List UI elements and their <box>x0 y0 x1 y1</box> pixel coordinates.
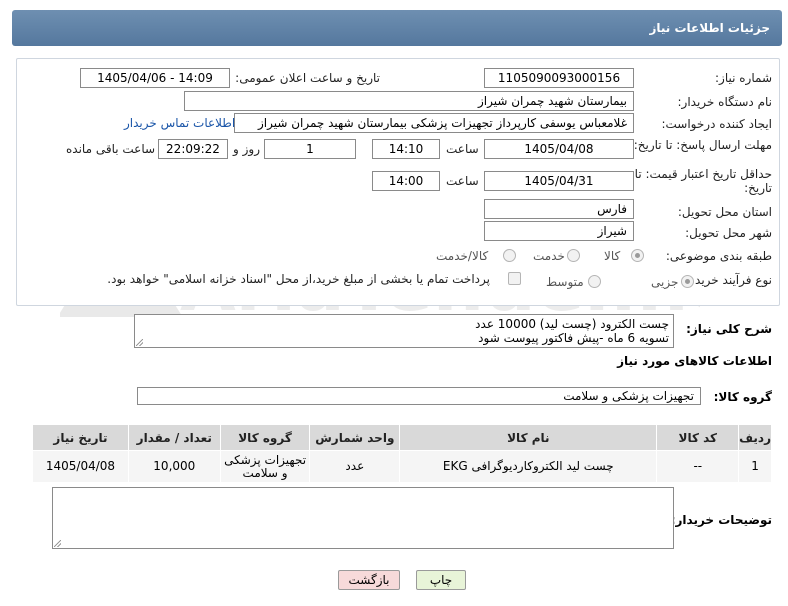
cell-group: تجهیزات پزشکی و سلامت <box>219 450 311 483</box>
page-title: جزئیات اطلاعات نیاز <box>649 21 770 35</box>
col-date: تاریخ نیاز <box>32 424 129 451</box>
process-minor-label: جزیی <box>651 275 679 289</box>
cell-unit: عدد <box>309 450 401 483</box>
col-row: ردیف <box>738 424 772 451</box>
city-field[interactable]: شیراز <box>484 221 634 241</box>
category-service-label: خدمت <box>533 249 565 263</box>
price-validity-time-field[interactable]: 14:00 <box>372 171 440 191</box>
category-goods-service-radio[interactable] <box>503 249 516 262</box>
category-goods-radio[interactable] <box>631 249 644 262</box>
treasury-payment-note: پرداخت تمام یا بخشی از مبلغ خرید،از محل … <box>107 272 490 286</box>
process-medium-label: متوسط <box>546 275 584 289</box>
table-row[interactable]: 1 -- چست لید الکتروکاردیوگرافی EKG عدد ت… <box>32 450 772 483</box>
cell-name: چست لید الکتروکاردیوگرافی EKG <box>399 450 658 483</box>
creator-label: ایجاد کننده درخواست: <box>661 117 772 131</box>
page-header: جزئیات اطلاعات نیاز <box>12 10 782 46</box>
treasury-payment-checkbox[interactable] <box>508 272 521 285</box>
category-goods-service-label: کالا/خدمت <box>436 249 489 263</box>
category-goods-label: کالا <box>604 249 621 263</box>
price-validity-label: حداقل تاريخ اعتبار قيمت: تا تاریخ: <box>634 167 772 195</box>
price-validity-date-field[interactable]: 1405/04/31 <box>484 171 634 191</box>
goods-table: ردیف کد کالا نام کالا واحد شمارش گروه کا… <box>32 424 772 483</box>
cell-qty: 10,000 <box>127 450 221 483</box>
remaining-time-field[interactable]: 22:09:22 <box>158 139 228 159</box>
category-label: طبقه بندی موضوعی: <box>665 249 772 263</box>
goods-group-field[interactable]: تجهیزات پزشکی و سلامت <box>137 387 701 405</box>
description-label: شرح کلی نیاز: <box>686 322 772 336</box>
resize-handle-icon[interactable] <box>136 339 143 346</box>
goods-section-title: اطلاعات کالاهای مورد نیاز <box>617 354 772 368</box>
col-group: گروه کالا <box>219 424 311 451</box>
back-button[interactable]: بازگشت <box>338 570 400 590</box>
buyer-notes-textarea[interactable] <box>52 487 674 549</box>
reply-time-field[interactable]: 14:10 <box>372 139 440 159</box>
price-time-label: ساعت <box>446 174 479 188</box>
page: جزئیات اطلاعات نیاز AriaTender.net شماره… <box>0 0 788 606</box>
need-number-field[interactable]: 1105090093000156 <box>484 68 634 88</box>
print-button[interactable]: چاپ <box>416 570 466 590</box>
need-number-label: شماره نیاز: <box>715 71 772 85</box>
goods-table-header: ردیف کد کالا نام کالا واحد شمارش گروه کا… <box>32 424 772 451</box>
days-label: روز و <box>233 142 260 156</box>
remaining-time-label: ساعت باقی مانده <box>66 142 156 156</box>
cell-date: 1405/04/08 <box>32 450 129 483</box>
description-textarea[interactable]: چست الکترود (چست لید) 10000 عدد تسویه 6 … <box>134 314 674 348</box>
resize-handle-icon[interactable] <box>54 540 61 547</box>
reply-date-field[interactable]: 1405/04/08 <box>484 139 634 159</box>
process-type-label: نوع فرآیند خرید : <box>687 273 772 287</box>
buyer-org-label: نام دستگاه خریدار: <box>677 95 773 109</box>
announce-date-label: تاریخ و ساعت اعلان عمومی: <box>235 71 380 85</box>
buyer-notes-label: توضیحات خریدار: <box>670 513 772 527</box>
remaining-days-field[interactable]: 1 <box>264 139 356 159</box>
reply-deadline-label: مهلت ارسال پاسخ: تا تاریخ: <box>633 138 772 152</box>
cell-code: -- <box>656 450 740 483</box>
cell-row: 1 <box>738 450 772 483</box>
province-label: استان محل تحویل: <box>677 205 772 219</box>
col-qty: تعداد / مقدار <box>127 424 221 451</box>
col-name: نام کالا <box>399 424 658 451</box>
col-unit: واحد شمارش <box>309 424 401 451</box>
process-minor-radio[interactable] <box>681 275 694 288</box>
buyer-contact-link[interactable]: اطلاعات تماس خریدار <box>124 116 235 130</box>
creator-field[interactable]: غلامعباس یوسفی کارپرداز تجهیزات پزشکی بی… <box>234 113 634 133</box>
goods-group-label: گروه کالا: <box>713 390 772 404</box>
category-service-radio[interactable] <box>567 249 580 262</box>
city-label: شهر محل تحویل: <box>685 226 772 240</box>
description-line-2: تسویه 6 ماه -پیش فاکتور پیوست شود <box>478 331 669 345</box>
announce-date-field[interactable]: 1405/04/06 - 14:09 <box>80 68 230 88</box>
reply-time-label: ساعت <box>446 142 479 156</box>
province-field[interactable]: فارس <box>484 199 634 219</box>
col-code: کد کالا <box>656 424 740 451</box>
buyer-org-field[interactable]: بیمارستان شهید چمران شیراز <box>184 91 634 111</box>
description-line-1: چست الکترود (چست لید) 10000 عدد <box>475 317 669 331</box>
process-medium-radio[interactable] <box>588 275 601 288</box>
